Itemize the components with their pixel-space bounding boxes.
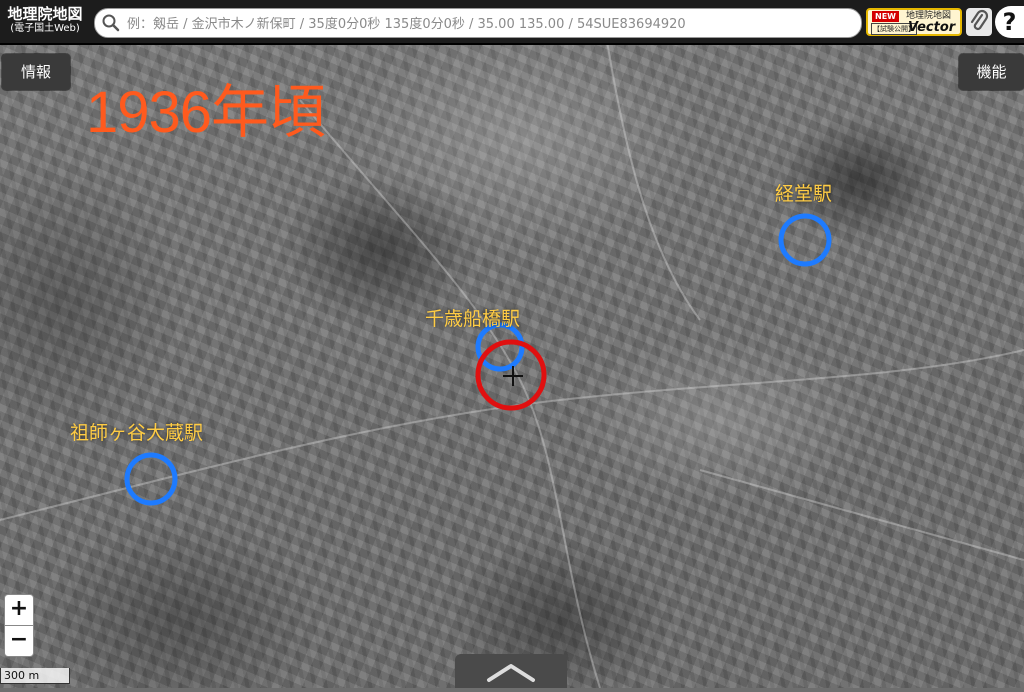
paperclip-icon bbox=[970, 9, 989, 30]
site-logo[interactable]: 地理院地図 (電子国土Web) bbox=[0, 6, 90, 35]
search-icon[interactable] bbox=[101, 13, 121, 33]
station-marker-kyodo bbox=[778, 213, 832, 267]
new-badge: NEW bbox=[872, 11, 899, 22]
vector-label: Vector bbox=[908, 20, 956, 35]
logo-title: 地理院地図 bbox=[7, 5, 83, 23]
scale-bar: 300 m bbox=[0, 668, 70, 684]
function-button[interactable]: 機能 bbox=[959, 54, 1024, 90]
search-input[interactable] bbox=[125, 12, 849, 36]
year-annotation: 1936年頃 bbox=[86, 80, 326, 145]
logo-subtitle: (電子国土Web) bbox=[10, 23, 80, 34]
vector-map-button[interactable]: NEW 地理院地図 【試験公開】 Vector bbox=[866, 8, 962, 36]
help-icon[interactable]: ? bbox=[995, 6, 1024, 38]
station-label-chitose-funabashi: 千歳船橋駅 bbox=[425, 308, 521, 330]
zoom-out-button[interactable]: − bbox=[4, 625, 34, 657]
search-box[interactable] bbox=[94, 8, 862, 38]
station-label-kyodo: 経堂駅 bbox=[775, 183, 833, 205]
zoom-in-button[interactable]: + bbox=[4, 594, 34, 626]
top-bar: 地理院地図 (電子国土Web) NEW 地理院地図 【試験公開】 Vector … bbox=[0, 0, 1024, 45]
station-marker-soshigaya-okura bbox=[124, 452, 178, 506]
expand-panel-button[interactable] bbox=[455, 654, 567, 688]
station-label-soshigaya-okura: 祖師ヶ谷大蔵駅 bbox=[70, 422, 204, 444]
station-marker-chitose-funabashi bbox=[475, 322, 525, 372]
info-button[interactable]: 情報 bbox=[2, 54, 70, 90]
share-link-button[interactable] bbox=[966, 8, 992, 36]
chevron-up-icon bbox=[487, 664, 535, 682]
